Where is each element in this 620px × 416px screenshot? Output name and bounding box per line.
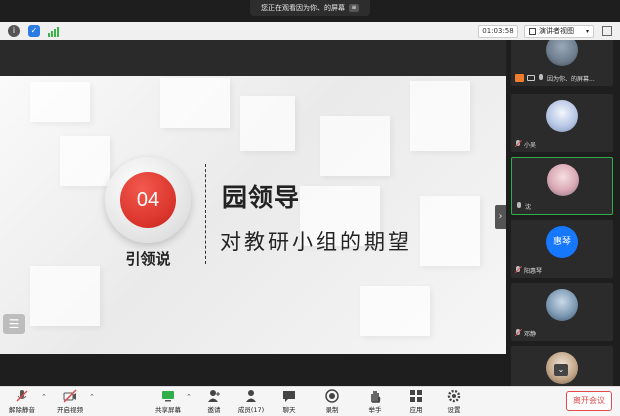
apps-button[interactable]: 应用	[398, 389, 434, 415]
slide-title: 园领导	[222, 183, 301, 212]
share-screen-icon	[162, 391, 174, 402]
slide-list-icon[interactable]: ☰	[3, 314, 25, 334]
meeting-topbar: i ✓ 01:03:58 演讲者视图 ▾	[0, 22, 620, 40]
record-label: 录制	[325, 406, 339, 414]
chevron-down-icon[interactable]: ⌄	[554, 364, 568, 376]
slide-bottom-bar	[0, 354, 506, 358]
meeting-timer: 01:03:58	[478, 25, 518, 38]
participant-name: 阳惠琴	[524, 267, 543, 275]
leave-meeting-button[interactable]: 离开会议	[566, 391, 612, 411]
mic-muted-icon	[16, 390, 28, 402]
slide-decor	[360, 286, 430, 336]
camera-off-icon	[63, 389, 77, 403]
participant-tile[interactable]: 惠琴 阳惠琴	[511, 220, 613, 278]
info-icon[interactable]: i	[8, 25, 20, 37]
view-mode-label: 演讲者视图	[539, 27, 574, 35]
apps-icon	[410, 390, 422, 402]
slide-decor	[320, 116, 390, 176]
unmute-button[interactable]: 解除静音	[4, 389, 40, 415]
meeting-toolbar: 解除静音 ⌃ 开启视频 ⌃ 共享屏幕 ⌃ 邀请 成员(17) 聊天 录制 举手 …	[0, 386, 620, 416]
slide-decor	[420, 196, 480, 266]
chat-icon	[283, 391, 295, 402]
start-video-label: 开启视频	[57, 406, 83, 414]
mic-muted-icon	[515, 140, 521, 148]
grid-icon	[529, 28, 536, 35]
viewing-share-banner[interactable]: 您正在观看因为你、的屏幕 ≡	[250, 0, 370, 16]
share-screen-button[interactable]: 共享屏幕	[150, 389, 186, 415]
participant-tile-active[interactable]: 沈	[511, 157, 613, 215]
signal-icon[interactable]	[48, 25, 60, 37]
chat-button[interactable]: 聊天	[271, 389, 307, 415]
invite-button[interactable]: 邀请	[196, 389, 232, 415]
hand-icon	[371, 391, 381, 403]
chevron-up-icon[interactable]: ⌃	[186, 393, 192, 401]
invite-label: 邀请	[207, 406, 221, 414]
members-icon	[246, 390, 256, 402]
slide-decor	[30, 82, 90, 122]
mic-muted-icon	[515, 329, 521, 337]
avatar	[546, 40, 578, 66]
mic-muted-icon	[515, 266, 521, 274]
share-screen-label: 共享屏幕	[155, 406, 181, 414]
badge-label: 引领说	[125, 250, 171, 268]
participant-name: 沈	[525, 203, 532, 211]
meeting-window: 您正在观看因为你、的屏幕 ≡ i ✓ 01:03:58 演讲者视图 ▾ 04 引…	[0, 0, 620, 416]
host-icon	[515, 74, 524, 82]
slide-decor	[240, 96, 295, 151]
participant-tile[interactable]: 邓静	[511, 283, 613, 341]
chevron-up-icon[interactable]: ⌃	[89, 393, 95, 401]
collapse-panel-handle[interactable]: ›	[495, 205, 506, 229]
avatar	[546, 100, 578, 132]
presentation-slide	[0, 76, 506, 358]
slide-decor	[30, 266, 100, 326]
chat-label: 聊天	[282, 406, 296, 414]
participant-name: 因为你、的屏幕...	[547, 75, 595, 83]
avatar	[546, 289, 578, 321]
participant-name: 邓静	[524, 330, 537, 338]
slide-decor	[160, 78, 230, 128]
initials-avatar: 惠琴	[546, 226, 578, 258]
unmute-label: 解除静音	[9, 406, 35, 414]
shield-icon[interactable]: ✓	[28, 25, 40, 37]
participant-name: 小吴	[524, 141, 537, 149]
chevron-up-icon[interactable]: ⌃	[41, 393, 47, 401]
apps-label: 应用	[409, 406, 423, 414]
raise-hand-button[interactable]: 举手	[357, 389, 393, 415]
fullscreen-icon[interactable]	[602, 26, 612, 36]
settings-label: 设置	[447, 406, 461, 414]
members-button[interactable]: 成员(17)	[233, 389, 269, 415]
slide-subtitle: 对教研小组的期望	[220, 230, 412, 254]
avatar	[547, 164, 579, 196]
participants-panel: 因为你、的屏幕... 小吴 沈 惠琴 阳惠琴 邓静 ⌄	[507, 40, 620, 386]
add-user-icon	[208, 390, 220, 402]
view-mode-dropdown[interactable]: 演讲者视图 ▾	[524, 25, 594, 38]
slide-decor	[410, 81, 470, 151]
camera-icon	[527, 75, 535, 81]
participant-tile[interactable]: 小吴	[511, 94, 613, 152]
record-button[interactable]: 录制	[314, 389, 350, 415]
shared-screen: 04 引领说 园领导 对教研小组的期望 ☰ ›	[0, 40, 506, 358]
section-number: 04	[120, 172, 176, 228]
record-icon	[325, 389, 339, 403]
section-number-badge: 04	[105, 157, 191, 243]
settings-button[interactable]: 设置	[436, 389, 472, 415]
start-video-button[interactable]: 开启视频	[52, 389, 88, 415]
chevron-down-icon: ▾	[585, 28, 589, 35]
gear-icon	[447, 389, 461, 403]
slide-decor	[60, 136, 110, 186]
banner-text: 您正在观看因为你、的屏幕	[261, 4, 345, 12]
members-label: 成员(17)	[237, 406, 265, 414]
mic-icon	[516, 202, 522, 210]
hamburger-icon[interactable]: ≡	[349, 4, 359, 12]
slide-divider	[205, 164, 206, 264]
mic-icon	[538, 74, 544, 82]
raise-hand-label: 举手	[368, 406, 382, 414]
participant-tile[interactable]: 因为你、的屏幕...	[511, 40, 613, 86]
